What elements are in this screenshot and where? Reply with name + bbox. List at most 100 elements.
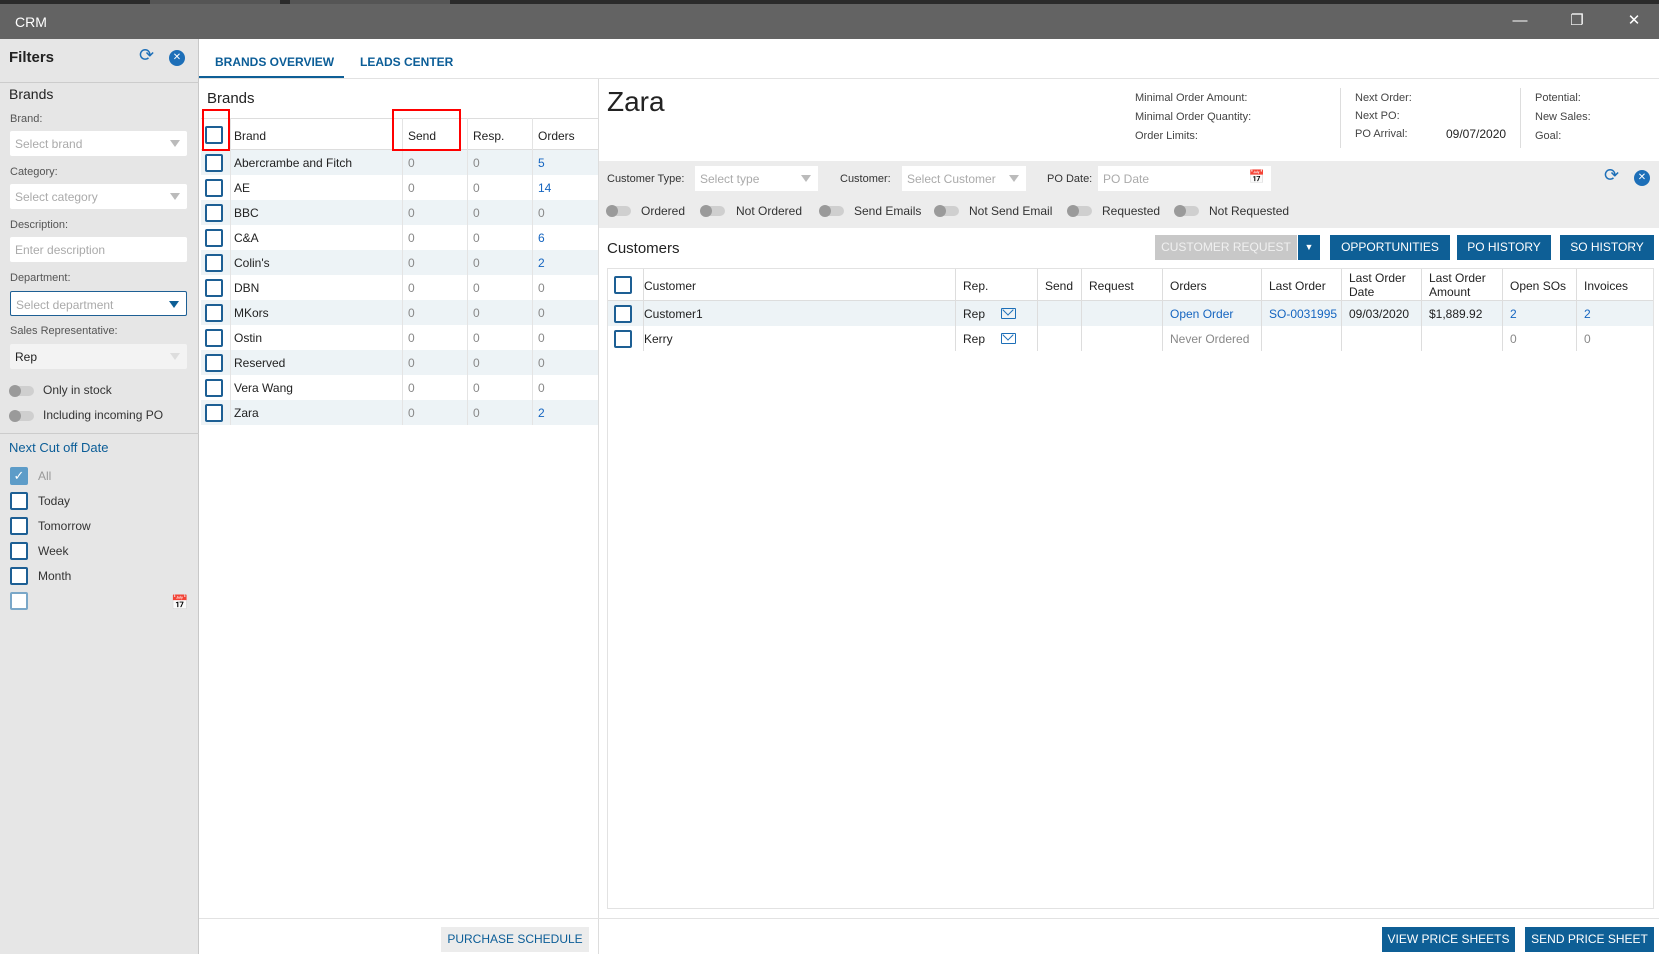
column-header-orders[interactable]: Orders: [1170, 279, 1207, 293]
send-price-sheet-button[interactable]: SEND PRICE SHEET: [1525, 927, 1654, 952]
order-limits-label: Order Limits:: [1135, 130, 1198, 142]
send-emails-toggle[interactable]: [819, 205, 844, 217]
brand-row-checkbox[interactable]: [205, 279, 223, 297]
brand-row-checkbox[interactable]: [205, 154, 223, 172]
brand-orders[interactable]: 6: [538, 231, 545, 245]
column-divider: [1502, 269, 1503, 351]
brand-row[interactable]: MKors 0 0 0: [201, 300, 598, 325]
brand-row[interactable]: Ostin 0 0 0: [201, 325, 598, 350]
restore-button[interactable]: ❐: [1562, 10, 1592, 32]
customer-type-select[interactable]: Select type: [695, 166, 818, 191]
opportunities-button[interactable]: OPPORTUNITIES: [1330, 235, 1450, 260]
brand-row[interactable]: C&A 0 0 6: [201, 225, 598, 250]
calendar-icon[interactable]: 📅: [1249, 169, 1265, 185]
brand-row[interactable]: DBN 0 0 0: [201, 275, 598, 300]
column-header-last-order-amount[interactable]: Last Order Amount: [1429, 271, 1499, 299]
brand-orders[interactable]: 2: [538, 406, 545, 420]
column-header-last-order-date[interactable]: Last Order Date: [1349, 271, 1419, 299]
brand-row[interactable]: Colin's 0 0 2: [201, 250, 598, 275]
column-header-last-order[interactable]: Last Order: [1269, 279, 1326, 293]
cutoff-tomorrow-checkbox[interactable]: [10, 517, 28, 535]
customer-orders[interactable]: Open Order: [1170, 307, 1233, 321]
cutoff-week-checkbox[interactable]: [10, 542, 28, 560]
brand-row[interactable]: BBC 0 0 0: [201, 200, 598, 225]
tab-leads-center[interactable]: LEADS CENTER: [360, 55, 453, 69]
brand-row-checkbox[interactable]: [205, 354, 223, 372]
salesrep-select[interactable]: Rep: [10, 344, 187, 369]
brand-row[interactable]: Vera Wang 0 0 0: [201, 375, 598, 400]
column-header-resp[interactable]: Resp.: [473, 129, 504, 143]
cutoff-all-checkbox[interactable]: ✓: [10, 467, 28, 485]
column-header-request[interactable]: Request: [1089, 279, 1134, 293]
brand-row[interactable]: AE 0 0 14: [201, 175, 598, 200]
customer-last-order[interactable]: SO-0031995: [1269, 307, 1337, 321]
cutoff-custom-checkbox[interactable]: [10, 592, 28, 610]
customer-request-dropdown[interactable]: ▼: [1298, 235, 1320, 260]
customer-row-checkbox[interactable]: [614, 305, 632, 323]
clear-filters-icon[interactable]: ✕: [1634, 170, 1650, 186]
column-header-send[interactable]: Send: [1045, 279, 1073, 293]
purchase-schedule-button[interactable]: PURCHASE SCHEDULE: [441, 927, 589, 952]
only-in-stock-toggle[interactable]: [9, 385, 34, 397]
column-header-open-sos[interactable]: Open SOs: [1510, 279, 1566, 293]
refresh-icon[interactable]: ⟳: [1604, 165, 1619, 186]
brand-row-checkbox[interactable]: [205, 204, 223, 222]
category-select[interactable]: Select category: [10, 184, 187, 209]
brand-row-checkbox[interactable]: [205, 304, 223, 322]
mail-icon[interactable]: [1001, 333, 1016, 344]
close-window-button[interactable]: ✕: [1619, 10, 1649, 32]
view-price-sheets-button[interactable]: VIEW PRICE SHEETS: [1382, 927, 1515, 952]
brand-name: Vera Wang: [234, 381, 293, 395]
customer-row[interactable]: Kerry Rep Never Ordered 0 0: [608, 326, 1653, 351]
department-select[interactable]: Select department: [10, 291, 187, 316]
customer-row[interactable]: Customer1 Rep Open Order SO-0031995 09/03/2…: [608, 301, 1653, 326]
column-header-customer[interactable]: Customer: [644, 279, 696, 293]
ordered-toggle[interactable]: [606, 205, 631, 217]
brand-row[interactable]: Reserved 0 0 0: [201, 350, 598, 375]
column-divider: [1261, 269, 1262, 351]
brand-row-checkbox[interactable]: [205, 254, 223, 272]
refresh-icon[interactable]: ⟳: [139, 45, 154, 66]
so-history-button[interactable]: SO HISTORY: [1560, 235, 1654, 260]
brand-row-checkbox[interactable]: [205, 179, 223, 197]
customer-request-button[interactable]: CUSTOMER REQUEST: [1155, 235, 1297, 260]
brand-row-checkbox[interactable]: [205, 379, 223, 397]
brand-row[interactable]: Zara 0 0 2: [201, 400, 598, 425]
customer-select[interactable]: Select Customer: [902, 166, 1026, 191]
column-header-invoices[interactable]: Invoices: [1584, 279, 1628, 293]
brand-orders[interactable]: 14: [538, 181, 551, 195]
brand-row-checkbox[interactable]: [205, 329, 223, 347]
po-date-input[interactable]: PO Date 📅: [1098, 166, 1271, 191]
brand-row[interactable]: Abercrambe and Fitch 0 0 5: [201, 150, 598, 175]
mail-icon[interactable]: [1001, 308, 1016, 319]
column-header-rep[interactable]: Rep.: [963, 279, 988, 293]
brand-name: BBC: [234, 206, 259, 220]
customer-invoices[interactable]: 2: [1584, 307, 1591, 321]
brand-name: Colin's: [234, 256, 270, 270]
column-header-brand[interactable]: Brand: [234, 129, 266, 143]
not-send-email-toggle[interactable]: [934, 205, 959, 217]
select-all-customers-checkbox[interactable]: [614, 276, 632, 294]
requested-toggle[interactable]: [1067, 205, 1092, 217]
clear-filters-icon[interactable]: ✕: [169, 50, 185, 66]
tab-brands-overview[interactable]: BRANDS OVERVIEW: [215, 55, 334, 69]
brand-orders[interactable]: 2: [538, 256, 545, 270]
brand-orders[interactable]: 5: [538, 156, 545, 170]
column-header-orders[interactable]: Orders: [538, 129, 575, 143]
brand-row-checkbox[interactable]: [205, 404, 223, 422]
po-history-button[interactable]: PO HISTORY: [1457, 235, 1551, 260]
calendar-icon[interactable]: 📅: [171, 594, 188, 611]
cutoff-today-checkbox[interactable]: [10, 492, 28, 510]
brand-row-checkbox[interactable]: [205, 229, 223, 247]
customer-row-checkbox[interactable]: [614, 330, 632, 348]
not-requested-toggle[interactable]: [1174, 205, 1199, 217]
description-input[interactable]: Enter description: [10, 237, 187, 262]
brand-select[interactable]: Select brand: [10, 131, 187, 156]
including-po-toggle[interactable]: [9, 410, 34, 422]
minimize-button[interactable]: —: [1505, 10, 1535, 32]
customer-amount: $1,889.92: [1429, 307, 1483, 321]
not-ordered-toggle[interactable]: [700, 205, 725, 217]
including-po-label: Including incoming PO: [43, 408, 164, 422]
customer-open-sos[interactable]: 2: [1510, 307, 1517, 321]
cutoff-month-checkbox[interactable]: [10, 567, 28, 585]
